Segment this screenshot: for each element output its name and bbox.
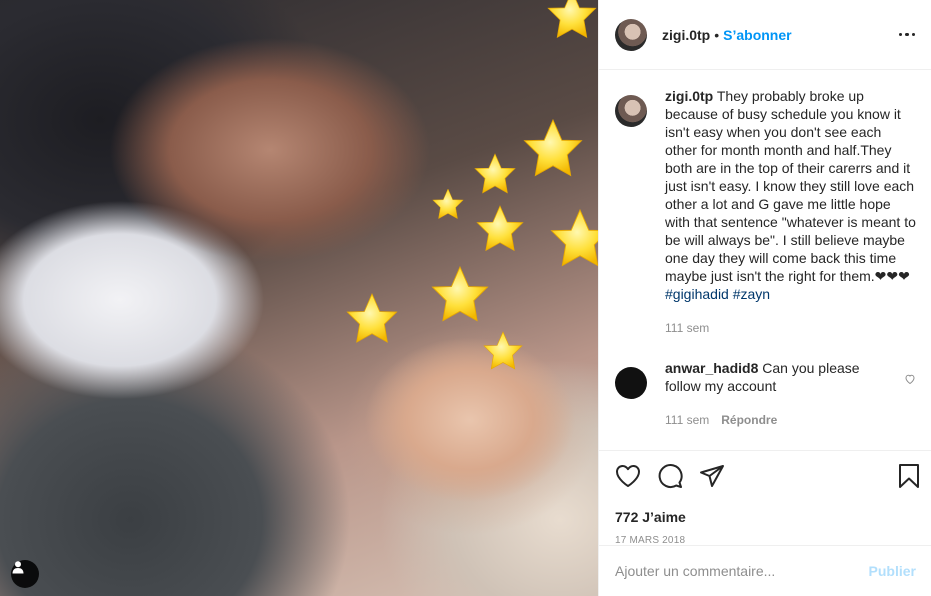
caption: zigi.0tp They probably broke up because … <box>615 87 916 337</box>
commenter-avatar[interactable] <box>615 367 647 399</box>
reply-button[interactable]: Répondre <box>721 411 777 429</box>
header-separator: • <box>714 26 720 43</box>
caption-text: They probably broke up because of busy s… <box>665 88 916 284</box>
author-username[interactable]: zigi.0tp <box>662 27 710 43</box>
caption-meta: 111 sem <box>665 319 916 337</box>
bookmark-icon[interactable] <box>898 463 920 489</box>
post-photo[interactable] <box>0 0 598 596</box>
action-icons <box>615 463 920 489</box>
caption-age[interactable]: 111 sem <box>665 319 709 337</box>
caption-avatar[interactable] <box>615 95 647 127</box>
comment-age[interactable]: 111 sem <box>665 411 709 429</box>
more-horizontal-icon[interactable] <box>898 32 915 37</box>
comment-input[interactable]: Ajouter un commentaire... <box>615 563 869 579</box>
caption-text-block: zigi.0tp They probably broke up because … <box>665 87 916 285</box>
comment-text-block: anwar_hadid8 Can you please follow my ac… <box>665 359 896 395</box>
paper-plane-icon[interactable] <box>699 464 725 488</box>
post-actions: 772 J’aime 17 MARS 2018 <box>599 450 931 546</box>
user-tag-icon <box>12 561 24 574</box>
like-count[interactable]: 772 J’aime <box>615 509 920 525</box>
post-header: zigi.0tp • S’abonner <box>599 0 931 70</box>
comment-like-heart-icon[interactable] <box>904 372 916 429</box>
follow-button[interactable]: S’abonner <box>723 27 791 43</box>
user-tag-button[interactable] <box>11 560 39 588</box>
heart-icon[interactable] <box>615 464 641 488</box>
caption-hashtags[interactable]: #gigihadid #zayn <box>665 285 916 303</box>
comment-item: anwar_hadid8 Can you please follow my ac… <box>615 359 916 429</box>
commenter-username[interactable]: anwar_hadid8 <box>665 360 758 376</box>
author-avatar[interactable] <box>615 18 647 51</box>
post-comment-button[interactable]: Publier <box>869 563 916 579</box>
comment-meta: 111 sem Répondre <box>665 411 896 429</box>
caption-username[interactable]: zigi.0tp <box>665 88 713 104</box>
photo-stars-overlay <box>346 0 598 370</box>
post-sidebar: zigi.0tp • S’abonner zigi.0tp They proba… <box>598 0 931 596</box>
add-comment-bar: Ajouter un commentaire... Publier <box>599 545 931 596</box>
comments-list[interactable]: zigi.0tp They probably broke up because … <box>599 71 931 450</box>
comment-bubble-icon[interactable] <box>657 463 683 489</box>
